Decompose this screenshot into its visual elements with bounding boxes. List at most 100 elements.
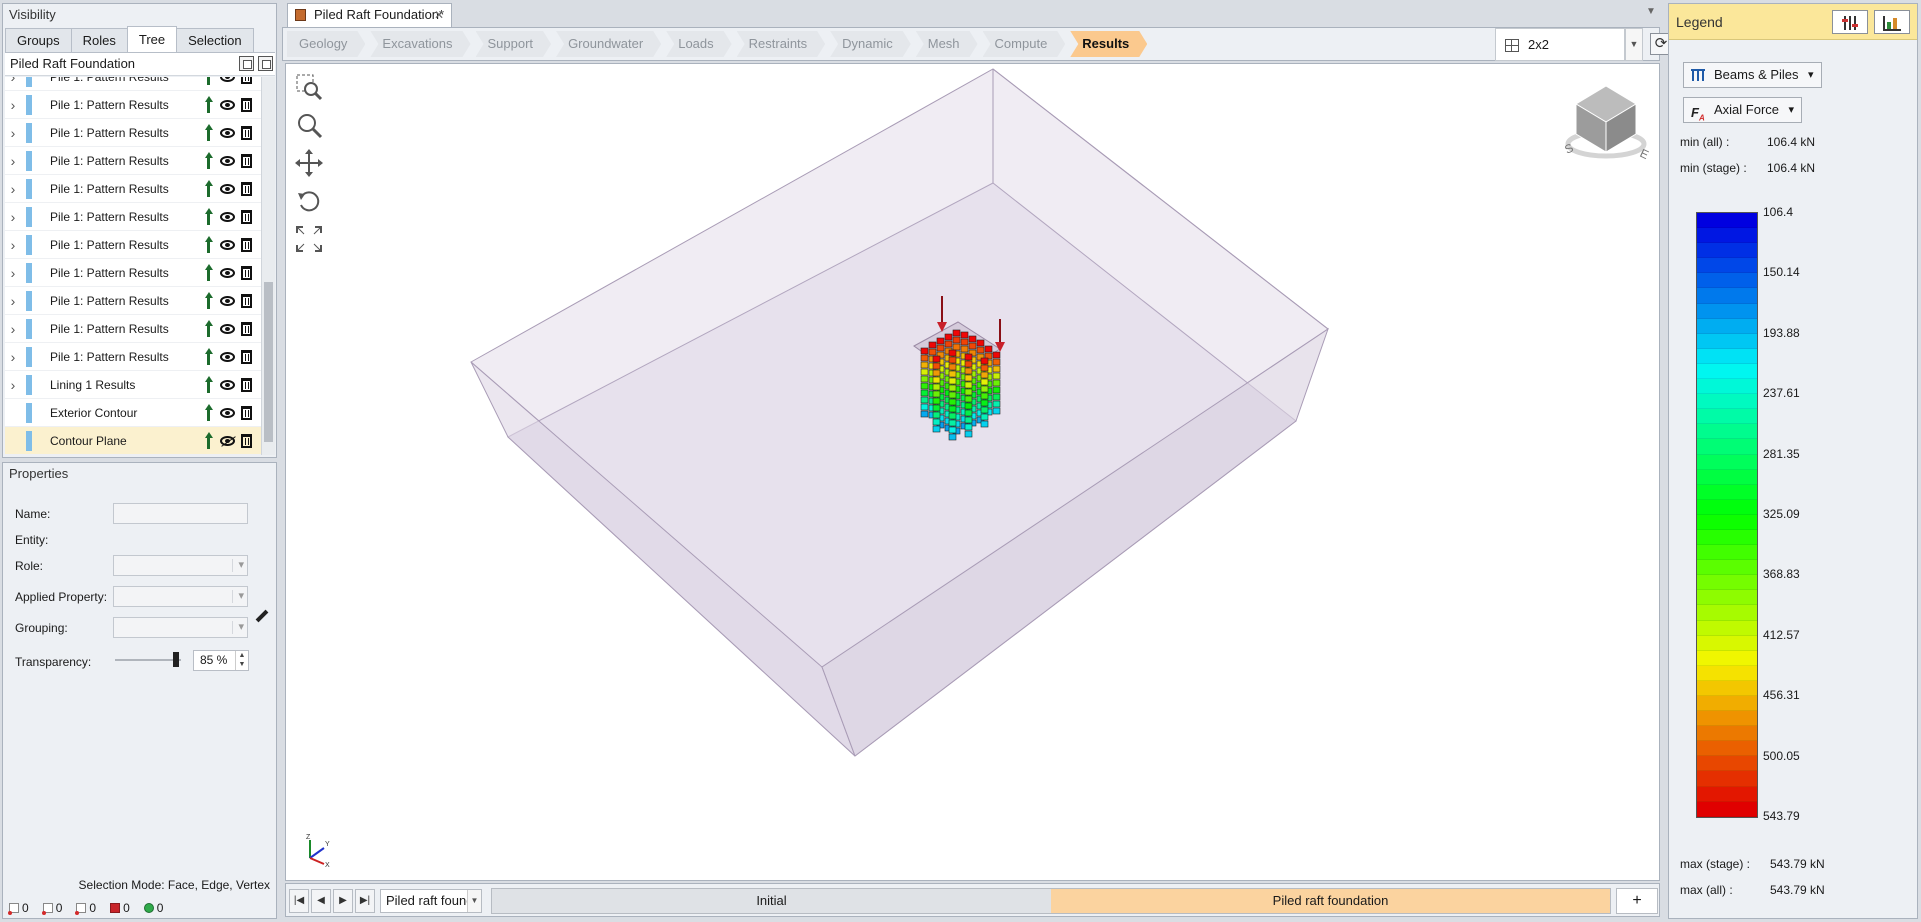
role-select[interactable]: [113, 555, 248, 576]
eye-icon[interactable]: [220, 295, 235, 306]
chevron-right-icon[interactable]: ›: [5, 377, 21, 393]
tree-item[interactable]: › Lining 1 Results: [5, 371, 261, 399]
trash-icon[interactable]: [241, 209, 252, 224]
transparency-slider-handle[interactable]: [173, 652, 179, 667]
role-icon[interactable]: [202, 376, 214, 393]
workflow-step-loads[interactable]: Loads: [666, 31, 731, 57]
stage-piled-raft-foundation[interactable]: Piled raft foundation: [1051, 889, 1610, 913]
role-icon[interactable]: [202, 96, 214, 113]
trash-icon[interactable]: [241, 321, 252, 336]
role-icon[interactable]: [202, 264, 214, 281]
previous-stage-button[interactable]: ◀: [311, 889, 331, 913]
rotate-icon[interactable]: [294, 186, 324, 216]
chevron-right-icon[interactable]: ›: [5, 293, 21, 309]
tree-item[interactable]: › Pile 1: Pattern Results: [5, 343, 261, 371]
workflow-step-results[interactable]: Results: [1070, 31, 1147, 57]
eye-icon[interactable]: [220, 211, 235, 222]
tree-item[interactable]: Exterior Contour: [5, 399, 261, 427]
eye-icon[interactable]: [220, 239, 235, 250]
role-icon[interactable]: [202, 432, 214, 449]
eye-icon[interactable]: [220, 77, 235, 82]
workflow-step-excavations[interactable]: Excavations: [370, 31, 470, 57]
trash-icon[interactable]: [241, 77, 252, 84]
tree-item[interactable]: › Pile 1: Pattern Results: [5, 315, 261, 343]
role-icon[interactable]: [202, 180, 214, 197]
chevron-right-icon[interactable]: ›: [5, 97, 21, 113]
workflow-step-groundwater[interactable]: Groundwater: [556, 31, 661, 57]
3d-viewport[interactable]: S E Z Y X: [285, 63, 1660, 881]
legend-settings-button[interactable]: [1832, 10, 1868, 34]
trash-icon[interactable]: [241, 349, 252, 364]
role-icon[interactable]: [202, 404, 214, 421]
chevron-right-icon[interactable]: ›: [5, 321, 21, 337]
role-icon[interactable]: [202, 292, 214, 309]
transparency-slider[interactable]: [115, 659, 181, 661]
workflow-step-geology[interactable]: Geology: [287, 31, 365, 57]
close-icon[interactable]: ✕: [434, 4, 444, 26]
applied-property-select[interactable]: [113, 586, 248, 607]
layout-selector[interactable]: 2x2 ▼: [1495, 28, 1663, 62]
eye-icon[interactable]: [220, 127, 235, 138]
eye-icon[interactable]: [220, 323, 235, 334]
tree-item[interactable]: › Pile 1: Pattern Results: [5, 231, 261, 259]
trash-icon[interactable]: [241, 405, 252, 420]
role-icon[interactable]: [202, 236, 214, 253]
workflow-step-dynamic[interactable]: Dynamic: [830, 31, 911, 57]
trash-icon[interactable]: [241, 377, 252, 392]
chevron-right-icon[interactable]: ›: [5, 181, 21, 197]
layout-combo[interactable]: 2x2: [1495, 28, 1625, 61]
scrollbar-thumb[interactable]: [264, 282, 273, 442]
trash-icon[interactable]: [241, 433, 252, 448]
tree-item[interactable]: › Pile 1: Pattern Results: [5, 77, 261, 91]
chevron-right-icon[interactable]: ›: [5, 77, 21, 85]
role-icon[interactable]: [202, 320, 214, 337]
workflow-step-mesh[interactable]: Mesh: [916, 31, 978, 57]
next-stage-button[interactable]: ▶: [333, 889, 353, 913]
document-tab[interactable]: Piled Raft Foundation* ✕: [287, 3, 452, 27]
expand-all-icon[interactable]: [239, 56, 254, 71]
tree-item[interactable]: › Pile 1: Pattern Results: [5, 287, 261, 315]
tree-item[interactable]: › Pile 1: Pattern Results: [5, 91, 261, 119]
role-icon[interactable]: [202, 152, 214, 169]
trash-icon[interactable]: [241, 153, 252, 168]
workflow-step-restraints[interactable]: Restraints: [737, 31, 826, 57]
grouping-select[interactable]: [113, 617, 248, 638]
chevron-down-icon[interactable]: ▼: [467, 890, 481, 912]
tree-item[interactable]: Contour Plane: [5, 427, 261, 455]
chevron-right-icon[interactable]: ›: [5, 125, 21, 141]
role-icon[interactable]: [202, 208, 214, 225]
zoom-window-icon[interactable]: [294, 72, 324, 102]
tab-tree[interactable]: Tree: [126, 26, 178, 52]
trash-icon[interactable]: [241, 97, 252, 112]
name-field[interactable]: [113, 503, 248, 524]
result-type-dropdown[interactable]: FA Axial Force: [1683, 97, 1803, 123]
chevron-right-icon[interactable]: ›: [5, 209, 21, 225]
zoom-extents-icon[interactable]: [294, 224, 324, 254]
eye-icon[interactable]: [220, 407, 235, 418]
model-scene[interactable]: [286, 64, 1660, 881]
tree-scrollbar[interactable]: [261, 77, 275, 455]
role-icon[interactable]: [202, 348, 214, 365]
trash-icon[interactable]: [241, 265, 252, 280]
spin-arrows-icon[interactable]: ▲ ▼: [235, 651, 248, 670]
entity-type-dropdown[interactable]: Beams & Piles: [1683, 62, 1822, 88]
workflow-step-support[interactable]: Support: [476, 31, 552, 57]
trash-icon[interactable]: [241, 125, 252, 140]
tab-groups[interactable]: Groups: [5, 28, 72, 52]
role-icon[interactable]: [202, 77, 214, 85]
eye-icon[interactable]: [220, 379, 235, 390]
tab-roles[interactable]: Roles: [70, 28, 128, 52]
eye-icon[interactable]: [220, 267, 235, 278]
transparency-spinbox[interactable]: 85 % ▲ ▼: [193, 650, 249, 671]
chevron-right-icon[interactable]: ›: [5, 237, 21, 253]
stage-initial[interactable]: Initial: [492, 889, 1051, 913]
collapse-all-icon[interactable]: [258, 56, 273, 71]
tree-item[interactable]: › Pile 1: Pattern Results: [5, 203, 261, 231]
legend-chart-button[interactable]: [1874, 10, 1910, 34]
eye-icon[interactable]: [220, 155, 235, 166]
trash-icon[interactable]: [241, 181, 252, 196]
tree-item[interactable]: › Pile 1: Pattern Results: [5, 119, 261, 147]
eye-icon[interactable]: [220, 183, 235, 194]
chevron-right-icon[interactable]: ›: [5, 265, 21, 281]
chevron-right-icon[interactable]: ›: [5, 153, 21, 169]
